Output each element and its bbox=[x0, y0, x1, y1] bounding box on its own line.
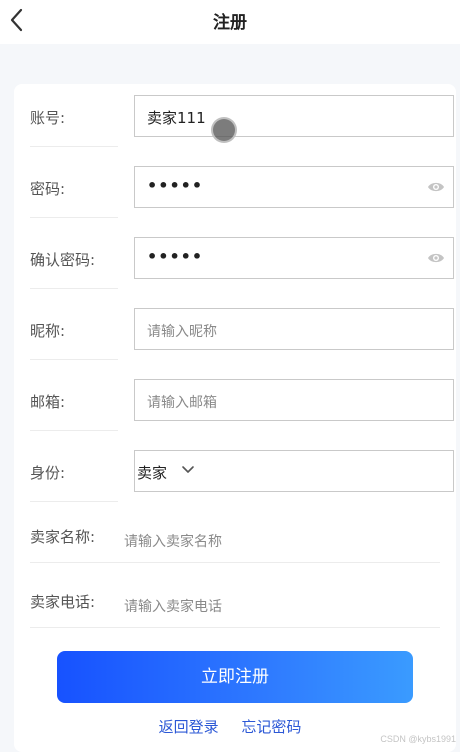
eye-icon[interactable] bbox=[427, 251, 445, 265]
page-title: 注册 bbox=[213, 13, 247, 33]
email-row: 邮箱: 请输入邮箱 bbox=[30, 379, 454, 431]
confirm-password-label: 确认密码: bbox=[30, 251, 96, 269]
seller-name-row: 卖家名称: 请输入卖家名称 bbox=[30, 518, 440, 563]
role-row: 身份: 卖家 bbox=[30, 450, 454, 502]
role-selected-value: 卖家 bbox=[137, 464, 168, 482]
confirm-password-value: ••••• bbox=[147, 247, 204, 266]
password-label: 密码: bbox=[30, 180, 66, 198]
email-input[interactable]: 请输入邮箱 bbox=[134, 379, 454, 421]
role-label: 身份: bbox=[30, 464, 66, 482]
password-input[interactable]: ••••• bbox=[134, 166, 454, 208]
confirm-password-input[interactable]: ••••• bbox=[134, 237, 454, 279]
seller-phone-input[interactable]: 请输入卖家电话 bbox=[124, 596, 222, 616]
divider bbox=[30, 146, 118, 147]
account-value: 卖家111 bbox=[147, 109, 206, 127]
password-row: 密码: ••••• bbox=[30, 166, 454, 218]
divider bbox=[30, 359, 118, 360]
account-label: 账号: bbox=[30, 109, 66, 127]
account-row: 账号: 卖家111 bbox=[30, 95, 454, 147]
nickname-label: 昵称: bbox=[30, 322, 66, 340]
divider bbox=[30, 430, 118, 431]
email-placeholder: 请输入邮箱 bbox=[147, 395, 217, 411]
divider bbox=[30, 288, 118, 289]
password-value: ••••• bbox=[147, 176, 204, 195]
nickname-row: 昵称: 请输入昵称 bbox=[30, 308, 454, 360]
touch-indicator bbox=[211, 117, 237, 143]
seller-phone-label: 卖家电话: bbox=[30, 593, 96, 611]
register-button[interactable]: 立即注册 bbox=[57, 651, 413, 703]
account-input[interactable]: 卖家111 bbox=[134, 95, 454, 143]
seller-name-input[interactable]: 请输入卖家名称 bbox=[124, 531, 222, 551]
nickname-placeholder: 请输入昵称 bbox=[147, 324, 217, 340]
nav-bar: 注册 bbox=[0, 0, 460, 44]
role-select[interactable]: 卖家 bbox=[134, 450, 454, 492]
watermark: CSDN @kybs1991 bbox=[380, 734, 456, 744]
divider bbox=[30, 501, 118, 502]
seller-phone-row: 卖家电话: 请输入卖家电话 bbox=[30, 583, 440, 628]
divider bbox=[30, 217, 118, 218]
email-label: 邮箱: bbox=[30, 393, 66, 411]
chevron-down-icon[interactable] bbox=[181, 465, 195, 475]
seller-name-label: 卖家名称: bbox=[30, 528, 96, 546]
forgot-password-link[interactable]: 忘记密码 bbox=[241, 718, 301, 736]
back-to-login-link[interactable]: 返回登录 bbox=[159, 718, 219, 736]
nickname-input[interactable]: 请输入昵称 bbox=[134, 308, 454, 350]
confirm-password-row: 确认密码: ••••• bbox=[30, 237, 454, 289]
eye-icon[interactable] bbox=[427, 180, 445, 194]
